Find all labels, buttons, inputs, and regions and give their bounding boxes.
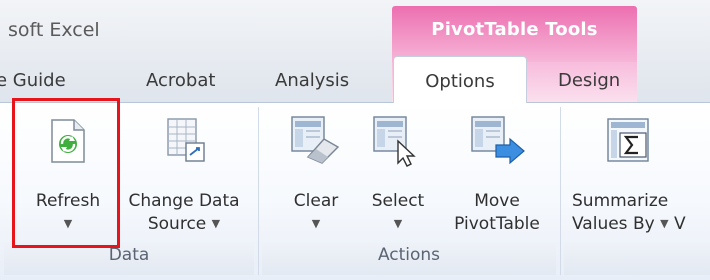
data-group-label: Data	[108, 245, 150, 265]
clear-button[interactable]: Clear ▼	[276, 109, 356, 241]
cut-off-label: V	[673, 214, 686, 234]
change-data-label: Change Data	[128, 191, 240, 211]
refresh-highlight-box	[12, 98, 120, 248]
tab-options[interactable]: Options	[393, 56, 527, 103]
context-group-label: PivotTable Tools	[431, 19, 598, 40]
summarize-dropdown-arrow: ▼	[660, 217, 669, 230]
tab-design[interactable]: Design	[558, 70, 620, 91]
summarize-values-by-button[interactable]: Summarize Values By ▼ V	[570, 109, 700, 241]
tab-analysis[interactable]: Analysis	[275, 70, 349, 91]
source-label: Source	[147, 214, 207, 234]
title-bar: soft Excel PivotTable Tools	[0, 0, 710, 64]
clear-label: Clear	[293, 191, 339, 211]
app-title: soft Excel	[8, 19, 100, 41]
group-separator	[258, 107, 259, 275]
change-data-source-icon	[167, 118, 205, 162]
tab-acrobat[interactable]: Acrobat	[146, 70, 215, 91]
select-dropdown-arrow: ▼	[393, 217, 403, 230]
select-label: Select	[371, 191, 425, 211]
group-separator	[560, 107, 561, 275]
move-label: Move	[474, 191, 520, 211]
tab-guide[interactable]: e Guide	[0, 70, 66, 91]
clear-dropdown-arrow: ▼	[311, 217, 321, 230]
calculations-group-label-bar	[564, 243, 710, 275]
select-icon	[373, 116, 416, 167]
summarize-label: Summarize	[572, 191, 669, 211]
move-pivottable-icon	[471, 116, 525, 165]
actions-group-label: Actions	[377, 245, 441, 265]
pivottable-label: PivotTable	[454, 214, 540, 234]
change-data-source-button[interactable]: Change Data Source ▼	[118, 109, 250, 241]
summarize-sigma-icon	[607, 118, 649, 162]
move-pivottable-button[interactable]: Move PivotTable	[442, 109, 552, 241]
ribbon-tab-row: e Guide Acrobat Analysis Options Design	[0, 56, 710, 103]
change-source-dropdown-arrow: ▼	[211, 217, 221, 230]
select-button[interactable]: Select ▼	[360, 109, 436, 241]
clear-icon	[291, 116, 340, 164]
values-by-label: Values By	[572, 214, 655, 234]
